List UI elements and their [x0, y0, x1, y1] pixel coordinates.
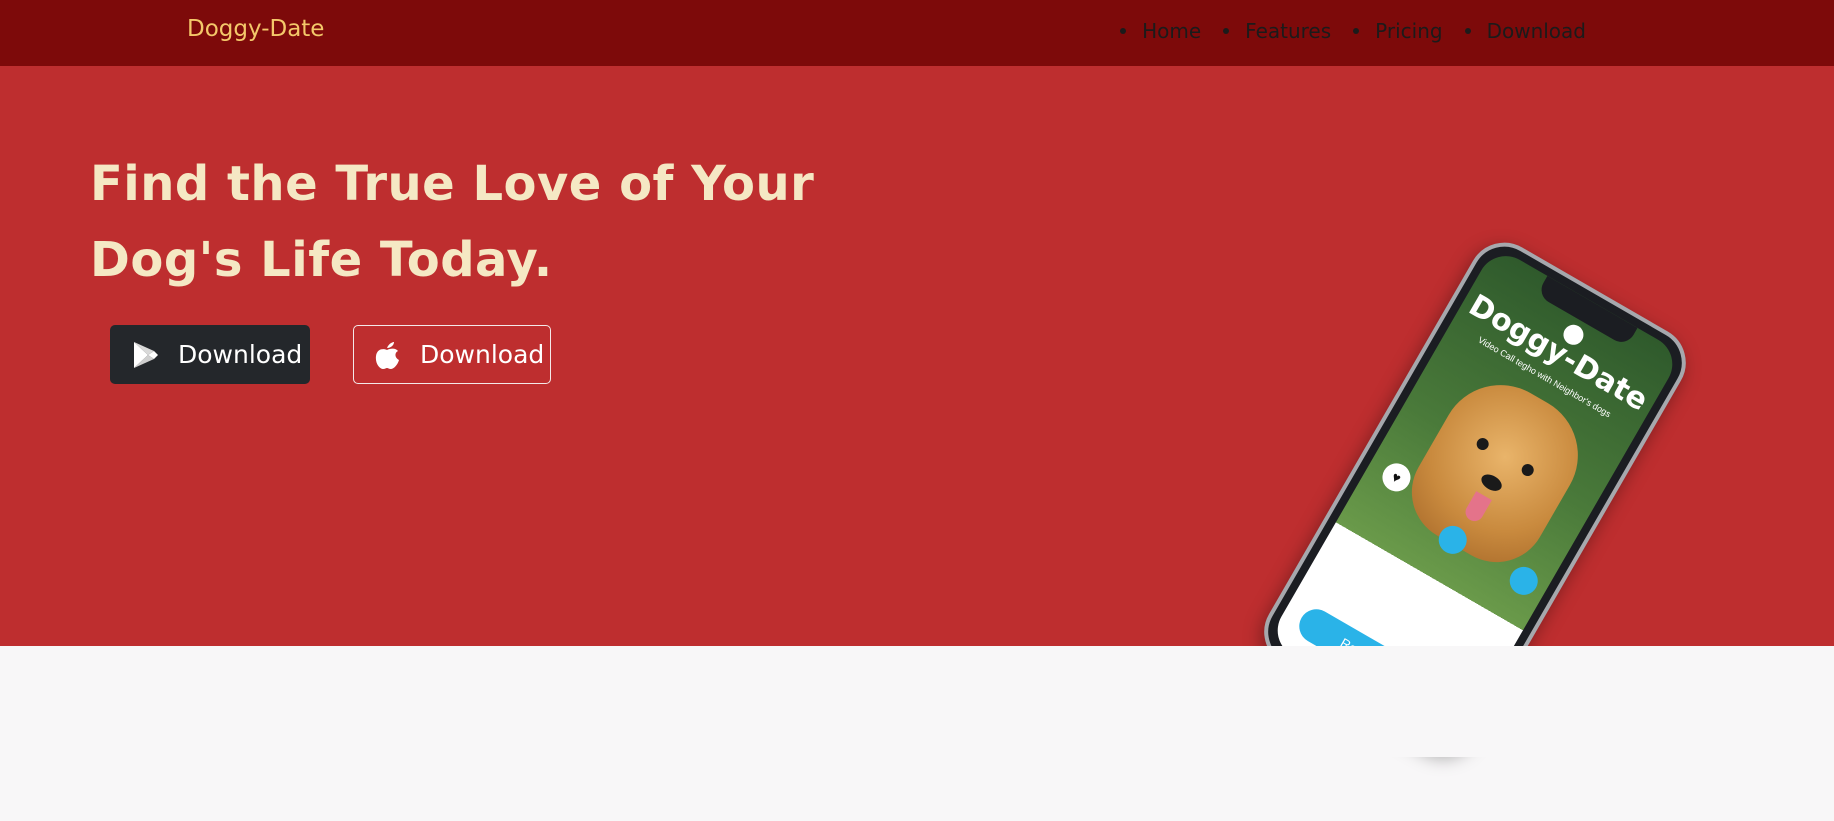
nav-links: Home Features Pricing Download — [1120, 19, 1586, 43]
app-store-download-button[interactable]: Download — [353, 325, 551, 384]
nav-item-pricing[interactable]: Pricing — [1353, 19, 1443, 43]
dog-eye — [1519, 461, 1536, 479]
dog-nose — [1478, 471, 1505, 495]
headline-line-1: Find the True Love of Your — [90, 156, 815, 212]
dog-tongue — [1462, 491, 1492, 525]
nav-item-label: Features — [1245, 19, 1332, 43]
nav-item-label: Download — [1486, 19, 1586, 43]
bullet-icon — [1353, 28, 1360, 34]
headline-line-2: Dog's Life Today. — [90, 232, 553, 288]
nav-item-label: Pricing — [1375, 19, 1443, 43]
apple-icon — [372, 340, 402, 370]
bullet-icon — [1464, 28, 1471, 34]
call-icon — [1504, 561, 1543, 601]
button-label: Download — [420, 340, 545, 369]
bullet-icon — [1120, 28, 1127, 34]
google-play-icon — [130, 340, 160, 370]
hero-headline: Find the True Love of Your Dog's Life To… — [90, 146, 890, 298]
dog-eye — [1474, 435, 1491, 453]
google-play-download-button[interactable]: Download — [110, 325, 310, 384]
nav-item-home[interactable]: Home — [1120, 19, 1201, 43]
navbar: Doggy-Date Home Features Pricing Downloa… — [0, 0, 1834, 66]
brand-link[interactable]: Doggy-Date — [187, 16, 324, 42]
button-label: Download — [178, 340, 303, 369]
lower-section — [0, 646, 1834, 757]
nav-item-label: Home — [1142, 19, 1202, 43]
nav-item-download[interactable]: Download — [1464, 19, 1586, 43]
hero-section: Find the True Love of Your Dog's Life To… — [0, 66, 1834, 766]
heart-icon: ♥ — [1377, 458, 1416, 497]
nav-item-features[interactable]: Features — [1223, 19, 1331, 43]
bullet-icon — [1223, 28, 1230, 34]
